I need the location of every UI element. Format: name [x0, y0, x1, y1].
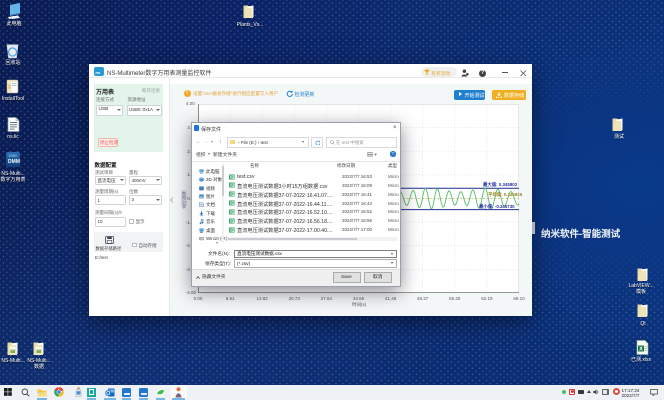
svg-text:X: X: [639, 346, 643, 352]
